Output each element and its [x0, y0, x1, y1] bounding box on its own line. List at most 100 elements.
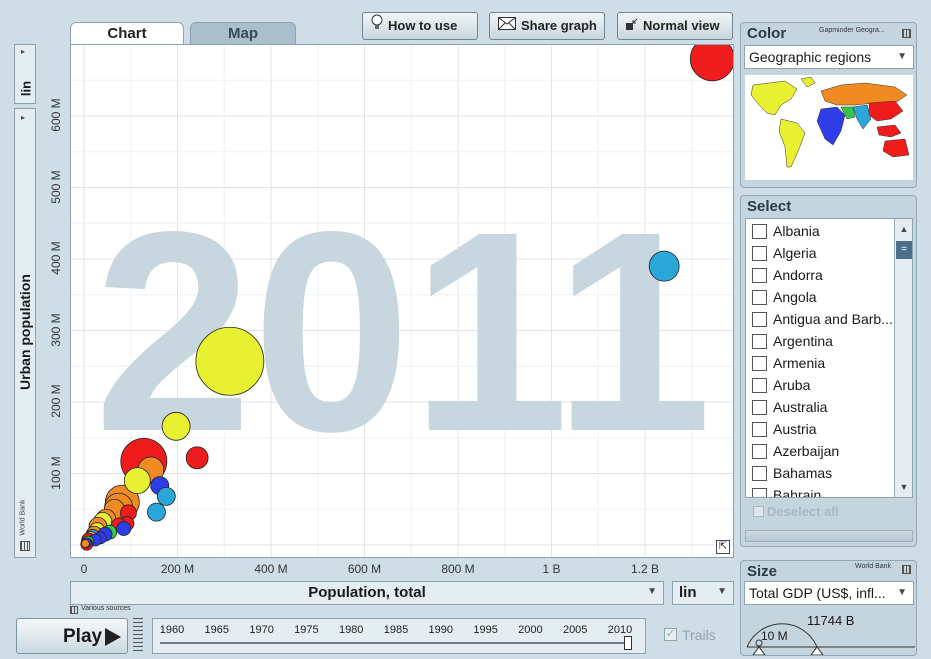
x-tick-label: 200 M	[160, 562, 195, 576]
timeline-year-label: 1985	[383, 624, 409, 636]
deselect-all-label[interactable]: Deselect all	[767, 504, 839, 519]
world-map-legend[interactable]	[745, 75, 913, 180]
country-checkbox[interactable]	[752, 444, 767, 459]
size-panel-title: Size	[747, 563, 778, 580]
country-name: Antigua and Barb...	[773, 311, 893, 327]
x-tick-label: 800 M	[441, 562, 475, 576]
country-bubble[interactable]	[81, 539, 90, 548]
select-panel: Select Albania Algeria Andorra Angola Antigu…	[740, 195, 917, 547]
country-list-item[interactable]: Austria	[752, 419, 817, 439]
y-tick-label: 100 M	[49, 455, 63, 490]
timeline-year-label: 2000	[518, 624, 543, 636]
y-axis-scale-selector[interactable]: ▸ lin	[14, 44, 36, 104]
country-checkbox[interactable]	[752, 334, 767, 349]
tab-map[interactable]: Map	[190, 22, 296, 46]
country-list-item[interactable]: Bahrain	[752, 485, 822, 498]
y-source-table-icon[interactable]	[20, 541, 30, 551]
country-name: Australia	[773, 399, 828, 415]
y-scale-dropdown-arrow-icon: ▸	[21, 47, 26, 56]
y-axis-scale-label: lin	[18, 80, 34, 97]
speed-control-icon[interactable]	[133, 618, 143, 652]
scroll-thumb[interactable]: =	[896, 241, 912, 259]
country-name: Angola	[773, 289, 817, 305]
timeline-year-label: 1965	[204, 624, 230, 636]
country-checkbox[interactable]	[752, 378, 767, 393]
country-checkbox[interactable]	[752, 356, 767, 371]
country-checkbox[interactable]	[752, 488, 767, 497]
country-bubble[interactable]	[195, 326, 265, 396]
size-source-table-icon[interactable]	[902, 565, 911, 574]
country-bubble[interactable]	[185, 446, 209, 470]
timeline-slider-handle[interactable]	[624, 636, 632, 650]
normal-view-label: Normal view	[643, 18, 720, 33]
country-bubble[interactable]	[689, 45, 734, 82]
country-checkbox[interactable]	[752, 422, 767, 437]
x-axis-scale-selector[interactable]: lin ▼	[672, 581, 734, 605]
y-tick-label: 500 M	[49, 169, 63, 204]
country-list-item[interactable]: Aruba	[752, 375, 810, 395]
country-checkbox[interactable]	[752, 466, 767, 481]
country-name: Algeria	[773, 245, 817, 261]
size-dropdown[interactable]: Total GDP (US$, infl... ▼	[744, 581, 914, 605]
play-button[interactable]: Play	[16, 618, 128, 654]
y-axis-label: Urban population	[17, 274, 33, 390]
scroll-up-arrow-icon[interactable]: ▲	[896, 221, 912, 237]
country-bubble[interactable]	[156, 486, 176, 506]
x-axis-source: Various sources	[81, 605, 131, 612]
country-checkbox[interactable]	[752, 290, 767, 305]
y-axis-indicator-selector[interactable]: ▸ Urban population World Bank	[14, 108, 36, 558]
bubble-chart[interactable]: 2011 ⇱	[70, 44, 734, 558]
x-tick-label: 400 M	[254, 562, 288, 576]
country-list-item[interactable]: Andorra	[752, 265, 823, 285]
zoom-corner-icon[interactable]: ⇱	[716, 540, 730, 554]
country-list-item[interactable]: Albania	[752, 221, 820, 241]
y-tick-label: 300 M	[49, 312, 63, 347]
country-list-item[interactable]: Bahamas	[752, 463, 832, 483]
x-axis-label: Population, total	[308, 584, 426, 601]
scroll-down-arrow-icon[interactable]: ▼	[896, 479, 912, 495]
country-list-item[interactable]: Armenia	[752, 353, 825, 373]
country-checkbox[interactable]	[752, 312, 767, 327]
y-axis-source: World Bank	[19, 499, 27, 536]
country-list-item[interactable]: Argentina	[752, 331, 833, 351]
normal-view-button[interactable]: Normal view	[617, 12, 733, 40]
x-axis-indicator-selector[interactable]: Population, total ▼	[70, 581, 664, 605]
play-triangle-icon	[105, 628, 121, 646]
size-panel: Size World Bank Total GDP (US$, infl... ▼…	[740, 560, 917, 656]
color-dropdown[interactable]: Geographic regions ▼	[744, 45, 914, 69]
country-bubble[interactable]	[116, 521, 132, 536]
country-bubble[interactable]	[147, 502, 166, 522]
envelope-icon	[498, 13, 516, 39]
timeline-year-label: 1995	[473, 624, 498, 636]
country-checkbox[interactable]	[752, 400, 767, 415]
color-dropdown-arrow-icon: ▼	[897, 51, 907, 62]
country-list-scrollbar[interactable]: ▲ = ▼	[894, 219, 912, 497]
how-to-use-button[interactable]: How to use	[362, 12, 478, 40]
country-checkbox[interactable]	[752, 224, 767, 239]
timeline-year-label: 1960	[159, 624, 185, 636]
country-bubble[interactable]	[161, 411, 191, 441]
country-list-item[interactable]: Azerbaijan	[752, 441, 839, 461]
timeline-year-label: 1970	[249, 624, 274, 636]
deselect-all-checkbox[interactable]	[753, 506, 764, 517]
color-panel: Color Gapminder Geogra... Geographic reg…	[740, 22, 917, 188]
country-name: Andorra	[773, 267, 823, 283]
trails-checkbox[interactable]: ✓	[664, 628, 677, 641]
country-bubble[interactable]	[648, 250, 680, 282]
country-name: Azerbaijan	[773, 443, 840, 459]
country-list-item[interactable]: Algeria	[752, 243, 817, 263]
country-bubble[interactable]	[123, 467, 151, 495]
country-checkbox[interactable]	[752, 246, 767, 261]
country-list-item[interactable]: Angola	[752, 287, 817, 307]
country-checkbox[interactable]	[752, 268, 767, 283]
country-name: Argentina	[773, 333, 833, 349]
share-graph-button[interactable]: Share graph	[489, 12, 605, 40]
country-name: Bahrain	[773, 487, 822, 498]
normal-view-icon	[626, 13, 638, 39]
color-source-table-icon[interactable]	[902, 29, 911, 38]
tab-chart[interactable]: Chart	[70, 22, 184, 46]
x-tick-label: 1.2 B	[630, 562, 660, 576]
country-list-item[interactable]: Australia	[752, 397, 827, 417]
country-list-item[interactable]: Antigua and Barb...	[752, 309, 893, 329]
x-source-table-icon[interactable]	[70, 606, 78, 614]
